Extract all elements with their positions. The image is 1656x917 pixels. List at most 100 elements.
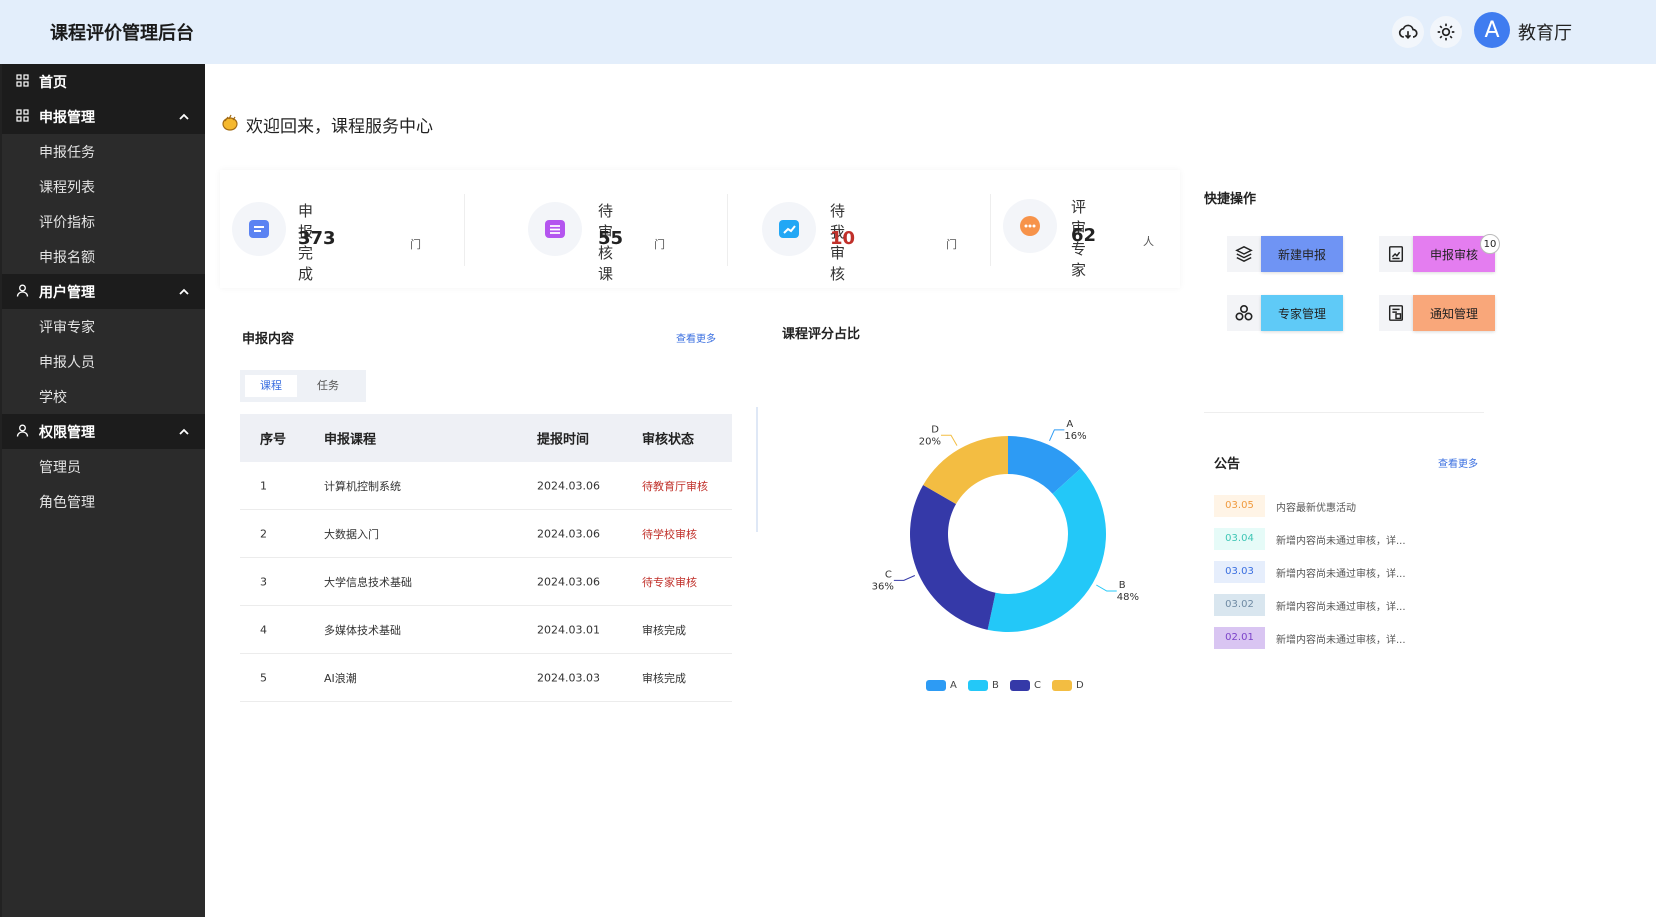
user-icon <box>16 284 29 301</box>
cell-course: 计算机控制系统 <box>324 479 401 493</box>
sidebar-item-indicators[interactable]: 评价指标 <box>2 204 205 239</box>
divider <box>464 194 465 266</box>
sidebar-item-label: 学校 <box>39 390 67 406</box>
sidebar-item-courses[interactable]: 课程列表 <box>2 169 205 204</box>
notice-item[interactable]: 03.04 新增内容尚未通过审核，详... <box>1214 528 1494 550</box>
table-row[interactable]: 3 大学信息技术基础 2024.03.06 待专家审核 <box>240 558 732 606</box>
label-leader-line <box>893 575 916 581</box>
chevron-up-icon[interactable] <box>178 285 190 301</box>
column-header: 提报时间 <box>537 432 590 448</box>
chat-icon <box>1003 199 1057 253</box>
sidebar-item-users[interactable]: 用户管理 <box>2 274 205 309</box>
cell-date: 2024.03.06 <box>537 527 600 540</box>
users-triangle-icon[interactable] <box>1227 295 1261 331</box>
layers-icon[interactable] <box>1227 236 1261 272</box>
slice-category-label: C <box>885 569 892 580</box>
notice-doc-icon[interactable] <box>1379 295 1413 331</box>
sidebar-item-declaration[interactable]: 申报管理 <box>2 99 205 134</box>
table-row[interactable]: 1 计算机控制系统 2024.03.06 待教育厅审核 <box>240 462 732 510</box>
list-icon <box>528 202 582 256</box>
sidebar-item-experts[interactable]: 评审专家 <box>2 309 205 344</box>
table-row[interactable]: 4 多媒体技术基础 2024.03.01 审核完成 <box>240 606 732 654</box>
notice-management-button[interactable]: 通知管理 <box>1413 295 1495 331</box>
sidebar-item-quota[interactable]: 申报名额 <box>2 239 205 274</box>
slice-category-label: D <box>931 424 939 435</box>
cell-course: 多媒体技术基础 <box>324 623 401 637</box>
expert-management-button[interactable]: 专家管理 <box>1261 295 1343 331</box>
sidebar-item-label: 权限管理 <box>39 425 95 441</box>
clap-icon <box>220 113 240 137</box>
chevron-up-icon[interactable] <box>178 110 190 126</box>
donut-slice-B[interactable] <box>987 468 1106 632</box>
user-name[interactable]: 教育厅 <box>1518 19 1572 45</box>
column-header: 申报课程 <box>324 432 377 448</box>
legend-item-C[interactable]: C <box>1010 680 1041 691</box>
legend-label: B <box>992 680 999 691</box>
label-leader-line <box>1096 584 1117 592</box>
sidebar-item-applicants[interactable]: 申报人员 <box>2 344 205 379</box>
notice-date: 03.02 <box>1214 594 1265 616</box>
sidebar-item-label: 管理员 <box>39 460 81 476</box>
notice-text: 新增内容尚未通过审核，详... <box>1276 635 1406 646</box>
sidebar-item-home[interactable]: 首页 <box>2 64 205 99</box>
notice-item[interactable]: 02.01 新增内容尚未通过审核，详... <box>1214 627 1494 649</box>
donut-slice-C[interactable] <box>910 485 996 630</box>
cell-date: 2024.03.01 <box>537 623 600 636</box>
course-score-donut-chart: A16% B48% C36% D20% <box>872 420 1139 632</box>
slice-category-label: A <box>1066 420 1073 430</box>
submissions-title: 申报内容 <box>242 332 295 347</box>
sidebar-item-admins[interactable]: 管理员 <box>2 449 205 484</box>
notice-item[interactable]: 03.05 内容最新优惠活动 <box>1214 495 1494 517</box>
sidebar-item-label: 申报任务 <box>39 145 95 161</box>
chart-doc-icon[interactable] <box>1379 236 1413 272</box>
table-row[interactable]: 2 大数据入门 2024.03.06 待学校审核 <box>240 510 732 558</box>
slice-category-label: B <box>1119 580 1126 591</box>
sidebar-item-label: 评价指标 <box>39 215 95 231</box>
sidebar: 首页 申报管理 申报任务 课程列表 评价指标 申报名额 用户管理 评审专家 申报… <box>0 64 205 917</box>
sidebar-item-tasks[interactable]: 申报任务 <box>2 134 205 169</box>
sidebar-item-label: 申报名额 <box>39 250 95 266</box>
submission-tabs: 课程 任务 <box>240 370 366 402</box>
legend-item-B[interactable]: B <box>968 680 999 691</box>
new-declaration-button[interactable]: 新建申报 <box>1261 236 1343 272</box>
table-row[interactable]: 5 AI浪潮 2024.03.03 审核完成 <box>240 654 732 702</box>
cloud-download-icon[interactable] <box>1392 16 1424 48</box>
legend-swatch <box>1010 680 1030 691</box>
notice-text: 内容最新优惠活动 <box>1276 503 1356 514</box>
notice-item[interactable]: 03.03 新增内容尚未通过审核，详... <box>1214 561 1494 583</box>
cell-status: 待学校审核 <box>642 527 697 541</box>
avatar[interactable]: A <box>1474 12 1510 48</box>
panel-scrollbar[interactable] <box>756 407 758 532</box>
legend-item-A[interactable]: A <box>926 680 957 691</box>
sidebar-item-label: 申报管理 <box>39 110 95 126</box>
divider <box>990 194 991 266</box>
tab-courses[interactable]: 课程 <box>245 375 297 397</box>
stats-card: 申报完成 373 门 待审核课 55 门 待我审核 10 门 评审专家 62 人 <box>220 170 1180 288</box>
cell-status: 待教育厅审核 <box>642 479 708 493</box>
sidebar-item-label: 评审专家 <box>39 320 95 336</box>
notice-date: 03.03 <box>1214 561 1265 583</box>
sidebar-item-roles[interactable]: 角色管理 <box>2 484 205 519</box>
cell-no: 2 <box>260 527 267 540</box>
submissions-more-link[interactable]: 查看更多 <box>676 330 716 345</box>
cell-no: 1 <box>260 479 267 492</box>
cell-status: 审核完成 <box>642 623 686 637</box>
legend-label: C <box>1034 680 1041 691</box>
stat-unit: 门 <box>946 238 957 251</box>
review-count-badge: 10 <box>1480 234 1500 254</box>
notices-more-link[interactable]: 查看更多 <box>1438 455 1478 470</box>
sun-icon[interactable] <box>1430 16 1462 48</box>
sidebar-item-label: 申报人员 <box>39 355 95 371</box>
chevron-up-icon[interactable] <box>178 425 190 441</box>
notice-item[interactable]: 03.02 新增内容尚未通过审核，详... <box>1214 594 1494 616</box>
user-icon <box>16 424 29 441</box>
cell-no: 5 <box>260 671 267 684</box>
sidebar-item-permissions[interactable]: 权限管理 <box>2 414 205 449</box>
legend-swatch <box>926 680 946 691</box>
sidebar-item-schools[interactable]: 学校 <box>2 379 205 414</box>
column-header: 审核状态 <box>642 432 695 448</box>
legend-swatch <box>1052 680 1072 691</box>
slice-percent-label: 20% <box>919 436 941 447</box>
legend-item-D[interactable]: D <box>1052 680 1084 691</box>
tab-tasks[interactable]: 任务 <box>302 375 354 397</box>
